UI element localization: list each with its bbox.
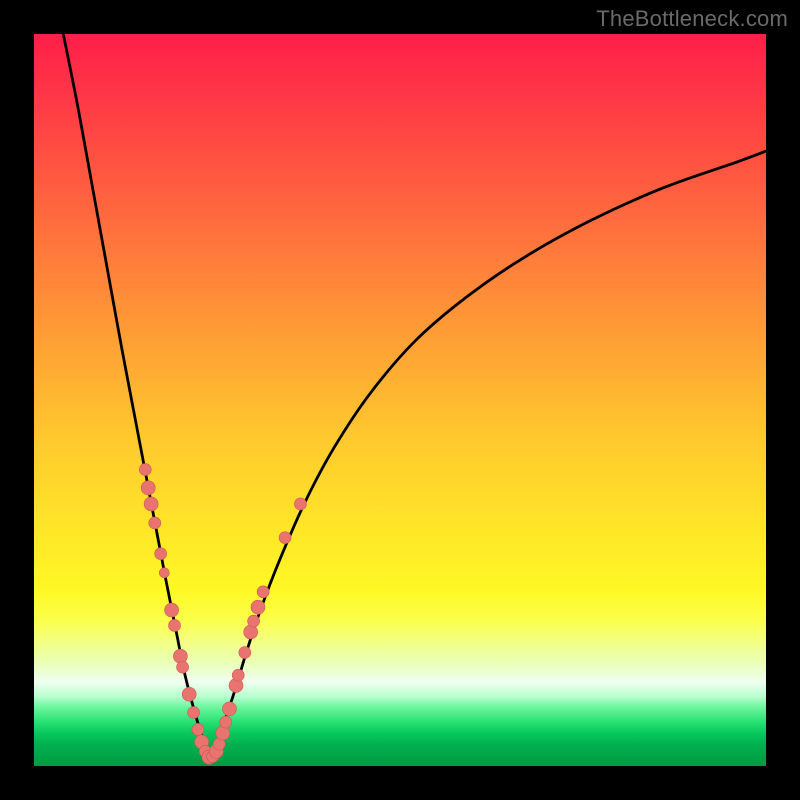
data-point	[279, 532, 291, 544]
data-point	[248, 615, 260, 627]
curve-right-branch	[210, 151, 766, 759]
data-point	[159, 568, 169, 578]
data-point	[192, 723, 204, 735]
data-point	[232, 669, 244, 681]
data-point	[244, 625, 258, 639]
chart-frame: TheBottleneck.com	[0, 0, 800, 800]
data-point	[139, 464, 151, 476]
scatter-points	[139, 464, 306, 765]
data-point	[169, 619, 181, 631]
data-point	[239, 647, 251, 659]
plot-area	[34, 34, 766, 766]
data-point	[177, 661, 189, 673]
curve-left-branch	[63, 34, 209, 759]
data-point	[216, 726, 230, 740]
data-point	[182, 687, 196, 701]
data-point	[149, 517, 161, 529]
data-point	[155, 548, 167, 560]
data-point	[257, 586, 269, 598]
data-point	[222, 702, 236, 716]
data-point	[165, 603, 179, 617]
data-point	[188, 707, 200, 719]
watermark-text: TheBottleneck.com	[596, 6, 788, 32]
data-point	[173, 649, 187, 663]
data-point	[144, 497, 158, 511]
data-point	[251, 600, 265, 614]
data-point	[141, 481, 155, 495]
data-point	[220, 716, 232, 728]
data-point	[294, 498, 306, 510]
curve-layer	[34, 34, 766, 766]
